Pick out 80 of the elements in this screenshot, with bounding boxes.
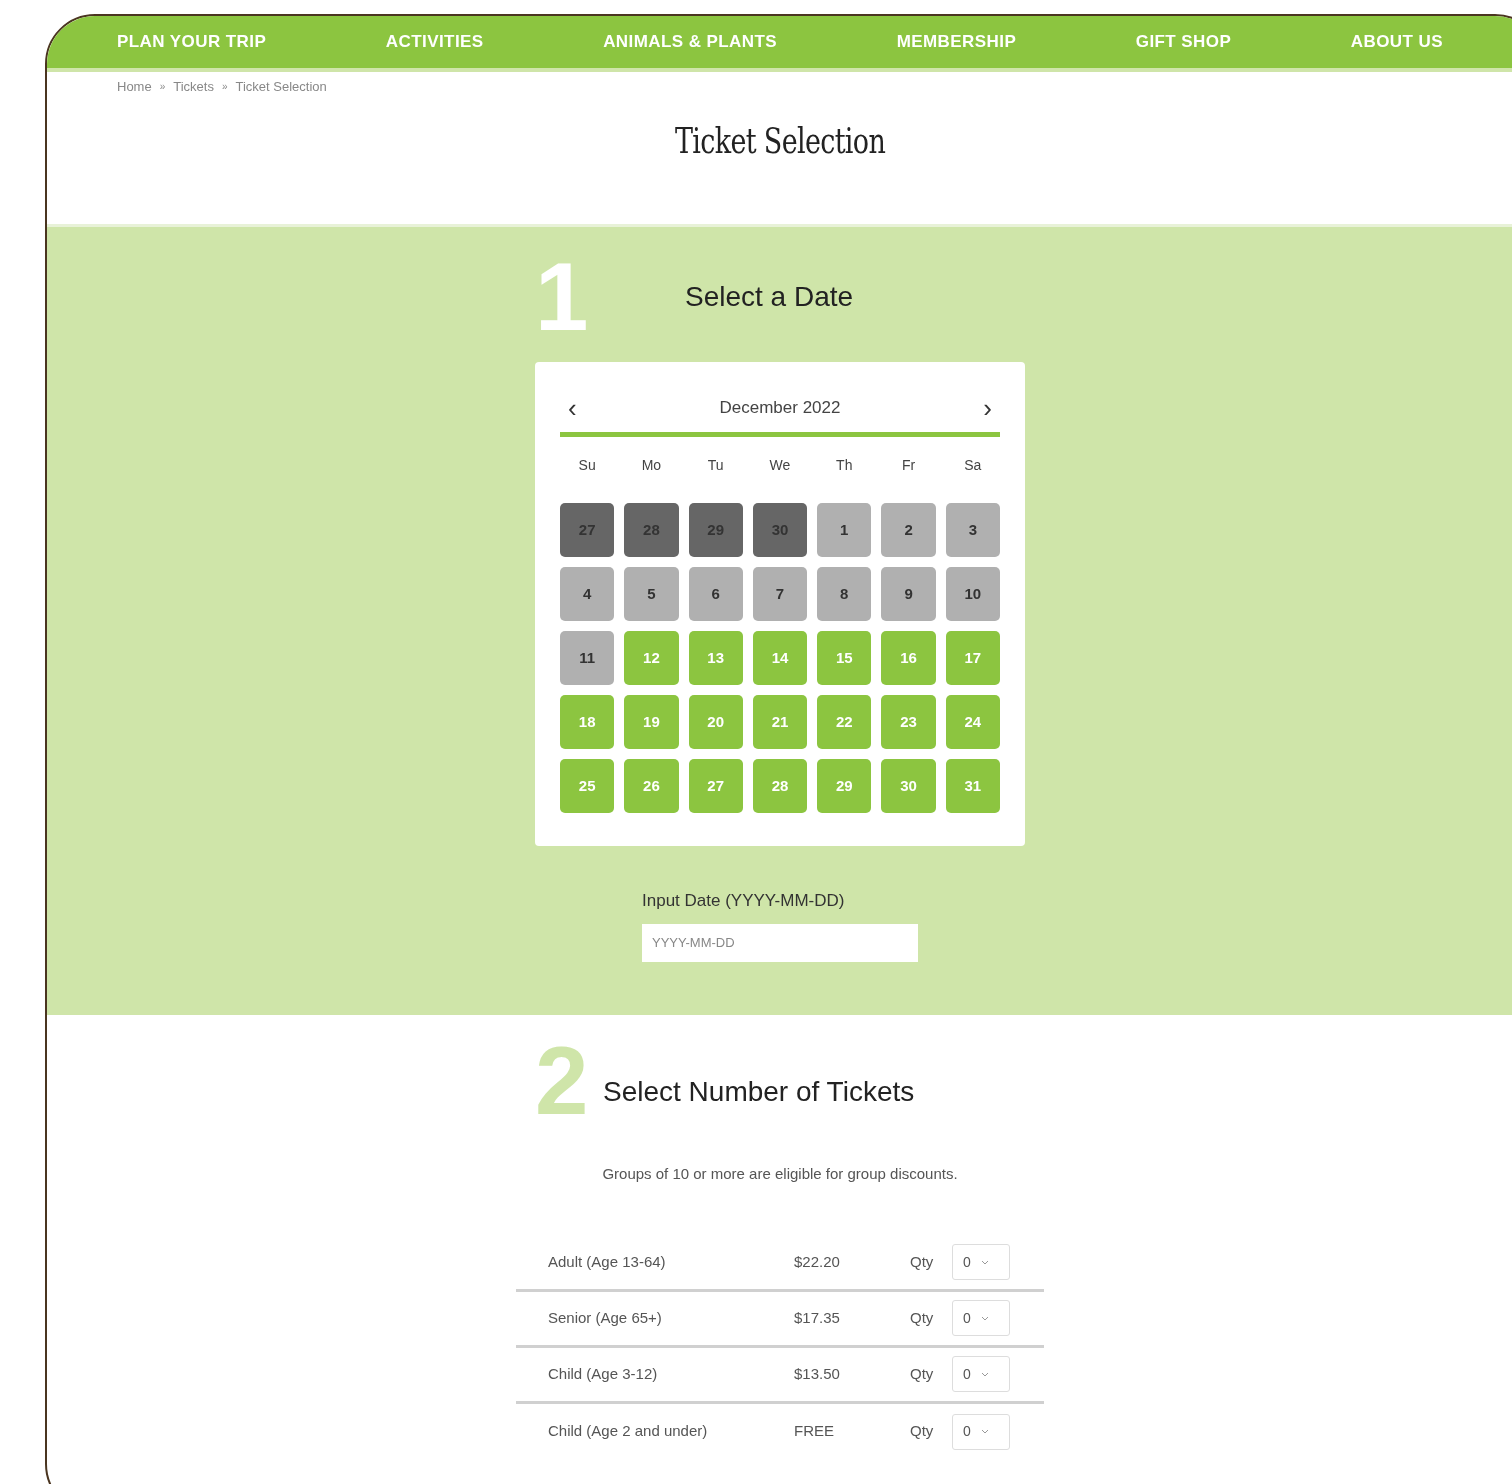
- qty-dropdown[interactable]: 0: [952, 1356, 1010, 1392]
- calendar-day[interactable]: 15: [817, 631, 872, 685]
- nav-link[interactable]: MEMBERSHIP: [896, 29, 1017, 55]
- nav-link[interactable]: ACTIVITIES: [385, 29, 484, 55]
- next-month-button[interactable]: ›: [983, 395, 992, 421]
- calendar-day[interactable]: 7: [752, 567, 808, 621]
- calendar-day[interactable]: 17: [945, 631, 1000, 685]
- ticket-type: Senior (Age 65+): [548, 1307, 663, 1328]
- weekday-label: Fr: [900, 456, 917, 475]
- qty-dropdown[interactable]: 0: [952, 1244, 1010, 1280]
- calendar-day[interactable]: 10: [945, 567, 1000, 621]
- qty-dropdown[interactable]: 0: [952, 1300, 1010, 1336]
- calendar-day[interactable]: 6: [688, 567, 743, 621]
- calendar-day[interactable]: 30: [881, 759, 936, 813]
- calendar-day[interactable]: 3: [945, 503, 1000, 557]
- calendar-day[interactable]: 1: [817, 503, 872, 557]
- weekday-label: Tu: [706, 456, 725, 475]
- calendar-day[interactable]: 23: [881, 695, 936, 749]
- calendar-day[interactable]: 31: [945, 759, 1000, 813]
- nav-link[interactable]: GIFT SHOP: [1135, 29, 1232, 55]
- nav-link[interactable]: ABOUT US: [1350, 29, 1443, 55]
- weekday-label: We: [768, 456, 792, 475]
- field-label: Input Date (YYYY-MM-DD): [642, 890, 846, 912]
- calendar-day[interactable]: 18: [560, 695, 615, 749]
- calendar-day[interactable]: 20: [688, 695, 743, 749]
- calendar-day[interactable]: 14: [752, 631, 808, 685]
- calendar-day[interactable]: 4: [560, 567, 615, 621]
- ticket-type: Child (Age 2 and under): [548, 1421, 709, 1442]
- breadcrumb-link[interactable]: Tickets: [173, 76, 214, 97]
- calendar-day[interactable]: 27: [688, 759, 743, 813]
- page-title: Ticket Selection: [674, 119, 886, 163]
- ticket-price: $22.20: [794, 1251, 841, 1272]
- calendar-day[interactable]: 13: [688, 631, 743, 685]
- ticket-type: Child (Age 3-12): [548, 1363, 659, 1384]
- step-number: 1: [535, 249, 590, 345]
- nav-link[interactable]: ANIMALS & PLANTS: [603, 29, 778, 55]
- chevron-down-icon: [980, 1259, 989, 1265]
- breadcrumb-separator: »: [159, 80, 166, 94]
- calendar-day[interactable]: 22: [817, 695, 872, 749]
- date-input-field[interactable]: YYYY-MM-DD: [642, 923, 918, 962]
- calendar-day[interactable]: 11: [560, 631, 615, 685]
- calendar-day[interactable]: 28: [752, 759, 808, 813]
- calendar-day[interactable]: 19: [624, 695, 679, 749]
- ticket-price: FREE: [794, 1421, 835, 1442]
- weekday-label: Su: [577, 456, 597, 475]
- qty-label: Qty: [910, 1363, 935, 1384]
- group-discount-note: Groups of 10 or more are eligible for group discounts.: [602, 1164, 958, 1184]
- weekday-label: Mo: [640, 456, 663, 475]
- breadcrumb-separator: »: [221, 80, 228, 94]
- previous-month-button[interactable]: ‹: [568, 395, 577, 421]
- weekday-label: Sa: [963, 456, 983, 475]
- chevron-down-icon: [980, 1371, 989, 1377]
- section-heading: Select Number of Tickets: [603, 1075, 915, 1109]
- qty-dropdown[interactable]: 0: [952, 1413, 1010, 1450]
- calendar-day[interactable]: 29: [817, 759, 872, 813]
- month-title: December 2022: [719, 397, 841, 420]
- breadcrumb-link[interactable]: Home: [117, 76, 152, 97]
- section-heading: Select a Date: [685, 280, 854, 314]
- calendar-day[interactable]: 9: [881, 567, 936, 621]
- ticket-type: Adult (Age 13-64): [548, 1251, 667, 1272]
- chevron-down-icon: [980, 1315, 989, 1321]
- chevron-down-icon: [980, 1429, 989, 1434]
- ticket-price: $13.50: [794, 1363, 841, 1384]
- calendar-day[interactable]: 8: [817, 567, 872, 621]
- calendar-day[interactable]: 25: [560, 759, 615, 813]
- calendar-day[interactable]: 12: [624, 631, 679, 685]
- qty-label: Qty: [910, 1421, 935, 1442]
- calendar-day[interactable]: 16: [881, 631, 936, 685]
- qty-label: Qty: [910, 1307, 935, 1328]
- ticket-price: $17.35: [794, 1307, 841, 1328]
- calendar-day[interactable]: 2: [881, 503, 936, 557]
- step-number: 2: [535, 1033, 590, 1129]
- weekday-label: Th: [835, 456, 854, 475]
- nav-link[interactable]: PLAN YOUR TRIP: [117, 29, 267, 55]
- calendar-day[interactable]: 26: [624, 759, 679, 813]
- calendar-day[interactable]: 21: [752, 695, 808, 749]
- calendar-day[interactable]: 24: [945, 695, 1000, 749]
- calendar-day[interactable]: 5: [624, 567, 679, 621]
- qty-label: Qty: [910, 1251, 935, 1272]
- breadcrumb-link[interactable]: Ticket Selection: [235, 76, 327, 97]
